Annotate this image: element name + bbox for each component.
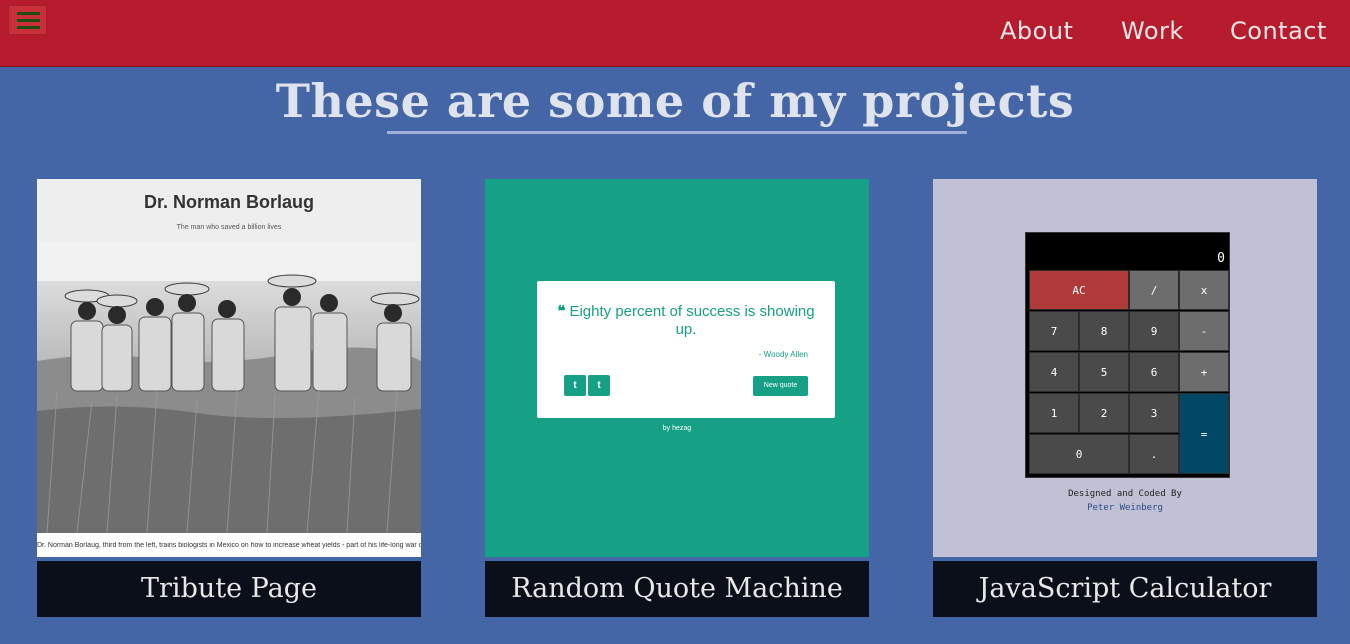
page-title: These are some of my projects [275, 74, 1075, 128]
hamburger-menu-icon[interactable] [8, 5, 47, 35]
quote-text: Eighty percent of success is showing up. [569, 303, 815, 338]
calc-key-3: 3 [1129, 393, 1179, 433]
top-navbar: About Work Contact [0, 0, 1350, 67]
project-thumbnail[interactable]: 0 AC / x 7 8 9 - 4 5 6 + 1 2 3 = 0 . Des… [933, 179, 1317, 557]
calc-key-ac: AC [1029, 270, 1129, 310]
project-card-quote[interactable]: ❝ Eighty percent of success is showing up… [485, 179, 869, 617]
calc-key-divide: / [1129, 270, 1179, 310]
calc-key-decimal: . [1129, 434, 1179, 474]
tumblr-icon: t [588, 375, 610, 396]
calc-key-9: 9 [1129, 311, 1179, 351]
tribute-subtitle: The man who saved a billion lives [176, 224, 282, 231]
calc-key-6: 6 [1129, 352, 1179, 392]
quote-box: ❝ Eighty percent of success is showing up… [537, 281, 835, 418]
project-thumbnail[interactable]: Dr. Norman Borlaug The man who saved a b… [37, 179, 421, 557]
nav-link-work[interactable]: Work [1121, 17, 1184, 45]
calc-key-1: 1 [1029, 393, 1079, 433]
credit-author-link: Peter Weinberg [1087, 503, 1163, 513]
tribute-header: Dr. Norman Borlaug The man who saved a b… [37, 179, 421, 241]
project-card-tribute[interactable]: Dr. Norman Borlaug The man who saved a b… [37, 179, 421, 617]
quote-credit: by hezag [662, 425, 692, 432]
calc-key-8: 8 [1079, 311, 1129, 351]
calc-key-5: 5 [1079, 352, 1129, 392]
calculator-body: 0 AC / x 7 8 9 - 4 5 6 + 1 2 3 = 0 . [1025, 232, 1230, 478]
quote-mark-icon: ❝ [557, 303, 566, 320]
calc-key-7: 7 [1029, 311, 1079, 351]
project-caption[interactable]: JavaScript Calculator [933, 561, 1317, 617]
tribute-photo-caption: Dr. Norman Borlaug, third from the left,… [37, 542, 421, 549]
credit-line: Designed and Coded By [1068, 489, 1182, 499]
calculator-credit: Designed and Coded By Peter Weinberg [933, 487, 1317, 515]
calc-key-equals: = [1179, 393, 1229, 474]
calculator-display: 0 [1217, 251, 1225, 266]
calc-key-add: + [1179, 352, 1229, 392]
new-quote-button: New quote [753, 376, 808, 396]
calc-key-2: 2 [1079, 393, 1129, 433]
twitter-icon: t [564, 375, 586, 396]
nav-link-about[interactable]: About [1000, 17, 1073, 45]
project-caption[interactable]: Tribute Page [37, 561, 421, 617]
calc-key-multiply: x [1179, 270, 1229, 310]
tribute-photo [37, 241, 421, 533]
tribute-title: Dr. Norman Borlaug [143, 192, 315, 212]
project-thumbnail[interactable]: ❝ Eighty percent of success is showing up… [485, 179, 869, 557]
quote-author: - Woody Allen [758, 350, 808, 359]
calc-key-4: 4 [1029, 352, 1079, 392]
title-underline [387, 131, 967, 134]
project-caption[interactable]: Random Quote Machine [485, 561, 869, 617]
project-card-calculator[interactable]: 0 AC / x 7 8 9 - 4 5 6 + 1 2 3 = 0 . Des… [933, 179, 1317, 617]
calc-key-subtract: - [1179, 311, 1229, 351]
calc-key-0: 0 [1029, 434, 1129, 474]
nav-link-contact[interactable]: Contact [1230, 17, 1327, 45]
